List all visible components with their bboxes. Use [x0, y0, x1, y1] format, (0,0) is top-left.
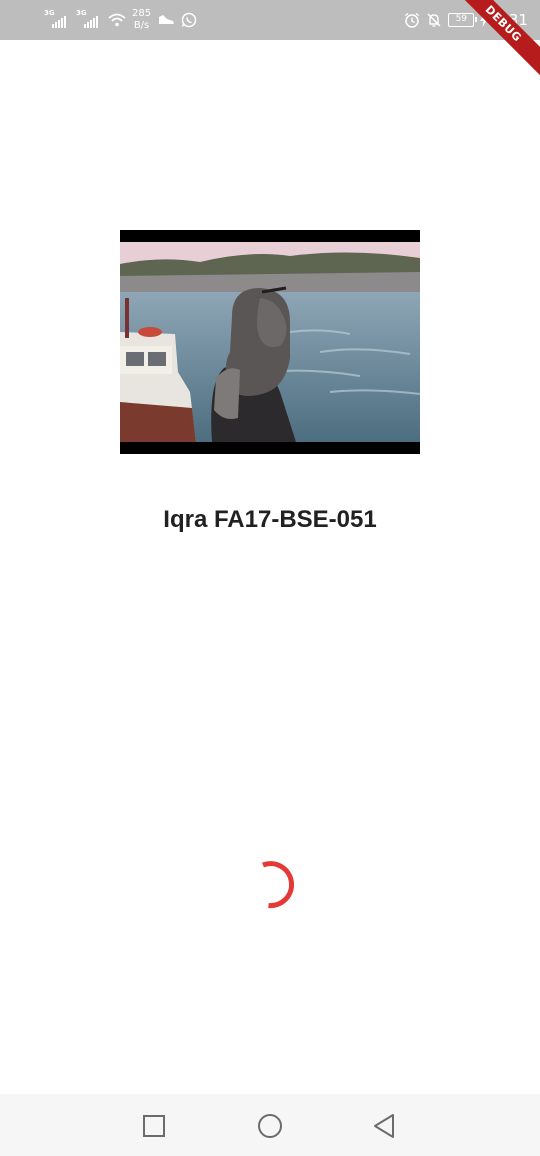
signal-icon: 3G	[76, 9, 102, 31]
profile-photo-scene	[120, 242, 420, 442]
page-title: Iqra FA17-BSE-051	[163, 506, 377, 533]
recent-apps-button[interactable]	[136, 1108, 172, 1144]
loading-spinner-icon	[262, 861, 295, 909]
recent-apps-icon	[143, 1115, 165, 1137]
signal-icon: 3G	[44, 9, 70, 31]
notifications-off-icon	[427, 13, 441, 27]
wifi-icon	[108, 13, 126, 27]
status-left: 3G 3G 285 B/s	[44, 0, 197, 40]
status-bar: 3G 3G 285 B/s 59	[0, 0, 540, 40]
back-icon	[374, 1114, 394, 1138]
back-button[interactable]	[366, 1108, 402, 1144]
profile-photo	[120, 230, 420, 454]
home-icon	[258, 1114, 282, 1138]
home-button[interactable]	[252, 1108, 288, 1144]
whatsapp-icon	[181, 12, 197, 28]
alarm-icon	[405, 12, 420, 28]
navigation-bar	[0, 1094, 540, 1156]
sneaker-icon	[159, 15, 175, 24]
battery-icon: 59	[448, 13, 478, 27]
network-speed: 285 B/s	[132, 8, 152, 31]
